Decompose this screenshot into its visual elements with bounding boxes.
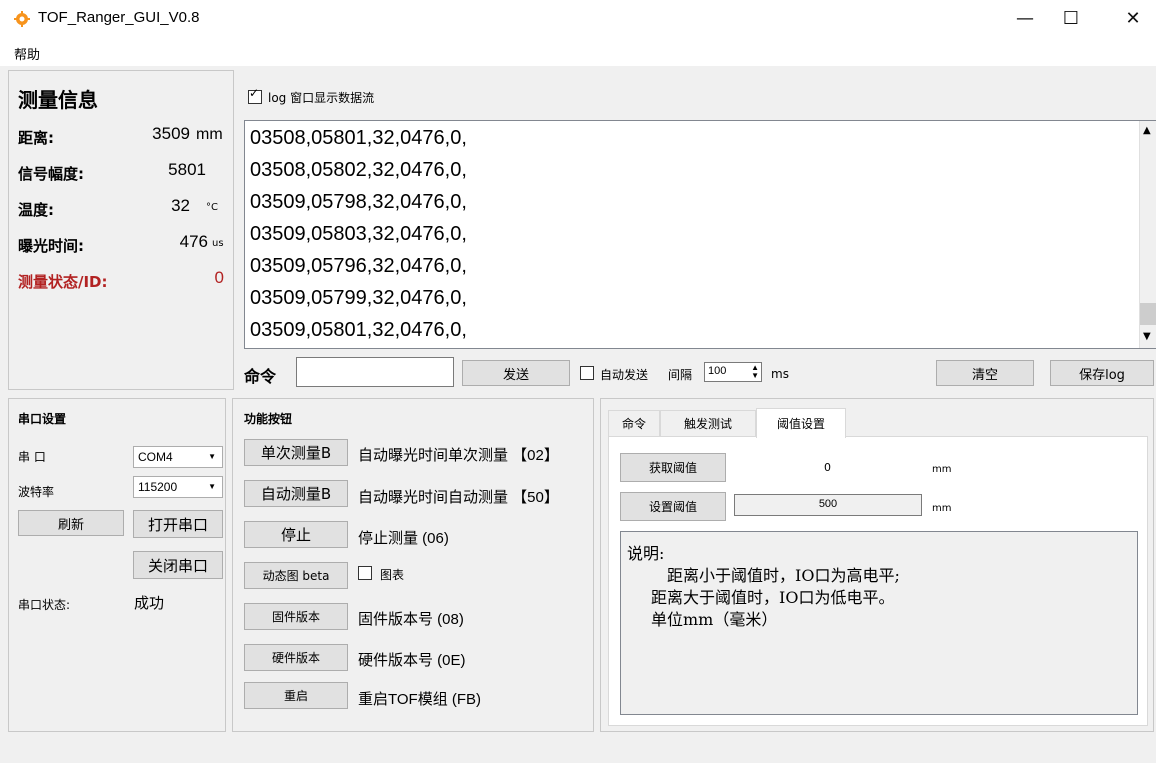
command-label: 命令 xyxy=(244,367,277,386)
log-line: 03508,05801,32,0476,0, xyxy=(250,127,467,149)
chart-checkbox[interactable] xyxy=(358,566,372,580)
spin-arrows-icon[interactable]: ▲ ▼ xyxy=(751,364,759,380)
temperature-value: 32 xyxy=(171,196,190,215)
exposure-label: 曝光时间: xyxy=(18,237,84,255)
hardware-version-desc: 硬件版本号 (0E) xyxy=(358,652,466,669)
close-port-button[interactable]: 关闭串口 xyxy=(133,551,223,579)
log-line: 03508,05802,32,0476,0, xyxy=(250,159,467,181)
distance-label: 距离: xyxy=(18,129,54,147)
command-input[interactable] xyxy=(296,357,454,387)
get-threshold-unit: mm xyxy=(932,464,952,475)
log-line: 03509,05796,32,0476,0, xyxy=(250,255,467,277)
baud-value: 115200 xyxy=(138,480,178,494)
log-scrollbar[interactable]: ▲ ▼ xyxy=(1139,121,1156,348)
log-line: 03509,05798,32,0476,0, xyxy=(250,191,467,213)
menu-bar xyxy=(0,36,1156,66)
auto-measure-button[interactable]: 自动测量B xyxy=(244,480,348,507)
auto-send-checkbox[interactable] xyxy=(580,366,594,380)
maximize-button[interactable]: ☐ xyxy=(1048,0,1094,36)
single-measure-desc: 自动曝光时间单次测量 【02】 xyxy=(358,447,559,464)
window-title: TOF_Ranger_GUI_V0.8 xyxy=(38,9,200,26)
interval-unit: ms xyxy=(771,367,789,381)
interval-value: 100 xyxy=(708,365,727,377)
log-line: 03509,05799,32,0476,0, xyxy=(250,287,467,309)
set-threshold-button[interactable]: 设置阈值 xyxy=(620,492,726,521)
threshold-note-box: 说明: 距离小于阈值时，IO口为高电平; 距离大于阈值时，IO口为低电平。 单位… xyxy=(620,531,1138,715)
status-label: 测量状态/ID: xyxy=(18,273,108,291)
set-threshold-unit: mm xyxy=(932,503,952,514)
tab-trigger-test[interactable]: 触发测试 xyxy=(660,410,756,436)
log-stream-label: log 窗口显示数据流 xyxy=(268,91,375,105)
serial-heading: 串口设置 xyxy=(18,412,67,426)
dynamic-chart-button[interactable]: 动态图 beta xyxy=(244,562,348,589)
app-gear-icon xyxy=(14,11,30,27)
exposure-value: 476 xyxy=(179,232,208,251)
get-threshold-button[interactable]: 获取阈值 xyxy=(620,453,726,482)
baud-select[interactable]: 115200 ▼ xyxy=(133,476,223,498)
interval-spinbox[interactable]: 100 ▲ ▼ xyxy=(704,362,762,382)
baud-label: 波特率 xyxy=(18,485,55,499)
scroll-down-icon[interactable]: ▼ xyxy=(1143,331,1151,342)
chevron-down-icon: ▼ xyxy=(208,452,216,461)
measure-heading: 测量信息 xyxy=(18,88,98,112)
single-measure-button[interactable]: 单次测量B xyxy=(244,439,348,466)
auto-send-label: 自动发送 xyxy=(600,368,649,382)
chart-label: 图表 xyxy=(380,568,405,582)
get-threshold-value: 0 xyxy=(824,461,831,474)
distance-value: 3509 xyxy=(152,124,190,143)
status-value: 0 xyxy=(214,268,224,287)
menu-help[interactable]: 帮助 xyxy=(14,44,40,63)
port-state-label: 串口状态: xyxy=(18,598,71,612)
firmware-version-desc: 固件版本号 (08) xyxy=(358,611,464,628)
note-line: 距离大于阈值时，IO口为低电平。 xyxy=(651,588,895,607)
auto-measure-desc: 自动曝光时间自动测量 【50】 xyxy=(358,489,559,506)
port-state-value: 成功 xyxy=(134,594,165,612)
stop-desc: 停止测量 (06) xyxy=(358,530,449,547)
measure-group xyxy=(8,70,234,390)
send-button[interactable]: 发送 xyxy=(462,360,570,386)
tab-command[interactable]: 命令 xyxy=(608,410,660,436)
chevron-down-icon: ▼ xyxy=(208,482,216,491)
temperature-unit: °C xyxy=(206,202,218,213)
stop-button[interactable]: 停止 xyxy=(244,521,348,548)
note-title: 说明: xyxy=(627,544,665,563)
open-port-button[interactable]: 打开串口 xyxy=(133,510,223,538)
amplitude-label: 信号幅度: xyxy=(18,165,84,183)
reboot-desc: 重启TOF模组 (FB) xyxy=(358,691,482,708)
save-log-button[interactable]: 保存log xyxy=(1050,360,1154,386)
temperature-label: 温度: xyxy=(18,201,54,219)
close-button[interactable]: ✕ xyxy=(1110,0,1156,36)
hardware-version-button[interactable]: 硬件版本 xyxy=(244,644,348,671)
scroll-thumb[interactable] xyxy=(1140,303,1156,325)
checkmark-icon: ✓ xyxy=(249,86,260,100)
exposure-unit: us xyxy=(212,238,224,249)
log-line: 03509,05801,32,0476,0, xyxy=(250,319,467,341)
firmware-version-button[interactable]: 固件版本 xyxy=(244,603,348,630)
note-line: 距离小于阈值时，IO口为高电平; xyxy=(667,566,900,585)
amplitude-value: 5801 xyxy=(168,160,206,179)
clear-button[interactable]: 清空 xyxy=(936,360,1034,386)
reboot-button[interactable]: 重启 xyxy=(244,682,348,709)
port-label: 串 口 xyxy=(18,450,46,464)
minimize-button[interactable]: — xyxy=(1002,0,1048,36)
distance-unit: mm xyxy=(196,126,223,143)
note-line: 单位mm（毫米） xyxy=(651,610,778,629)
function-heading: 功能按钮 xyxy=(244,412,293,426)
threshold-input[interactable]: 500 xyxy=(734,494,922,516)
scroll-up-icon[interactable]: ▲ xyxy=(1143,125,1151,136)
port-select[interactable]: COM4 ▼ xyxy=(133,446,223,468)
log-textbox[interactable]: 03508,05801,32,0476,0, 03508,05802,32,04… xyxy=(244,120,1156,349)
tab-threshold[interactable]: 阈值设置 xyxy=(756,408,846,438)
log-line: 03509,05803,32,0476,0, xyxy=(250,223,467,245)
refresh-button[interactable]: 刷新 xyxy=(18,510,124,536)
interval-label: 间隔 xyxy=(668,368,693,382)
port-value: COM4 xyxy=(138,450,173,464)
